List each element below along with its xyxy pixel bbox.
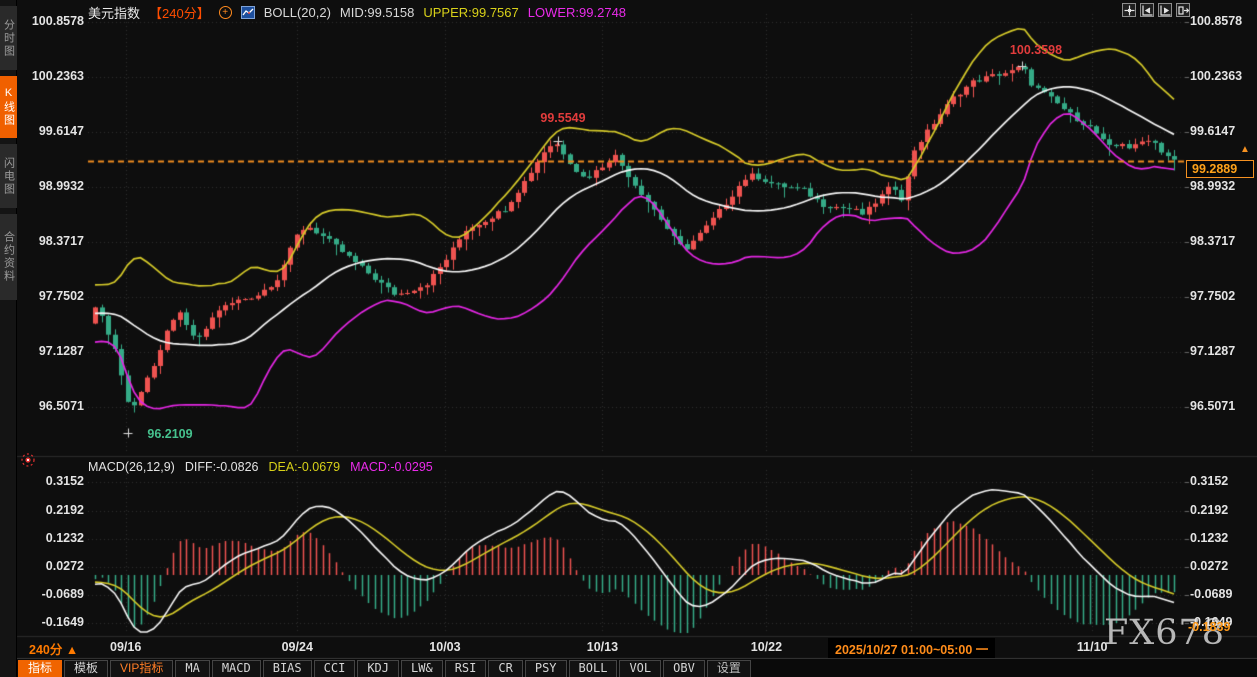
chart-header: 美元指数 【240分】 + BOLL(20,2) MID:99.5158 UPP… — [88, 3, 627, 22]
macd-header: MACD(26,12,9) DIFF:-0.0826 DEA:-0.0679 M… — [88, 459, 433, 474]
macd-diff-value: DIFF:-0.0826 — [184, 459, 259, 474]
toolbar-item[interactable]: CR — [488, 660, 523, 677]
compress-right-icon[interactable] — [1158, 3, 1172, 17]
sidebar-tab[interactable]: 分时图 — [0, 6, 17, 70]
toolbar-item[interactable]: PSY — [524, 660, 567, 677]
indicator-toolbar: 指标 模板 VIP指标 MA MACD BIAS CCI KDJ LW& RSI CR PSY BOLL… — [17, 658, 1257, 677]
boll-mid-value: MID:99.5158 — [339, 4, 415, 20]
sidebar-tab[interactable]: 合约资料 — [0, 214, 17, 300]
macd-dea-value: DEA:-0.0679 — [268, 459, 341, 474]
compress-left-icon[interactable] — [1140, 3, 1154, 17]
macd-axis-last-value: -0.1839 — [1188, 620, 1231, 634]
toolbar-item[interactable]: VOL — [619, 660, 662, 677]
toolbar-item[interactable]: VIP指标 — [110, 660, 174, 677]
toolbar-item[interactable]: MACD — [211, 660, 261, 677]
indicator-settings-icon[interactable] — [20, 452, 36, 468]
toolbar-item[interactable]: BOLL — [568, 660, 618, 677]
sidebar-tab[interactable]: K线图 — [0, 76, 17, 138]
timeframe-selector[interactable]: 240分 ▲ — [29, 639, 78, 658]
current-price-tag: 99.2889 — [1186, 160, 1254, 178]
crosshair-icon[interactable] — [1122, 3, 1136, 17]
boll-lower-value: LOWER:99.2748 — [527, 4, 627, 20]
boll-upper-value: UPPER:99.7567 — [423, 4, 519, 20]
toolbar-item[interactable]: MA — [175, 660, 210, 677]
macd-macd-value: MACD:-0.0295 — [350, 459, 433, 474]
timeframe-arrow-icon: ▲ — [65, 643, 79, 657]
toolbar-item[interactable]: 设置 — [706, 660, 751, 677]
add-indicator-icon[interactable]: + — [218, 5, 232, 19]
price-up-arrow-icon: ▲ — [1240, 144, 1250, 155]
selected-candle-time: 2025/10/27 01:00~05:00 一 — [828, 638, 996, 659]
pan-right-icon[interactable] — [1176, 3, 1190, 17]
toolbar-item[interactable]: RSI — [444, 660, 487, 677]
macd-label: MACD(26,12,9) — [88, 459, 175, 474]
toolbar-item[interactable]: OBV — [663, 660, 705, 677]
chart-canvas[interactable] — [0, 0, 1257, 677]
symbol-title: 美元指数 — [88, 5, 141, 21]
period-tag[interactable]: 【240分】 — [149, 3, 210, 22]
toolbar-item[interactable]: 模板 — [64, 660, 109, 677]
chart-tool-icons — [1122, 3, 1190, 17]
sidebar-tab[interactable]: 闪电图 — [0, 144, 17, 208]
x-axis-row: 240分 ▲ 2025/10/27 01:00~05:00 一 — [17, 637, 1257, 659]
chart-type-sidebar: 分时图 K线图闪电图合约资料 — [0, 0, 17, 677]
trading-app-window: 分时图 K线图闪电图合约资料 美元指数 【240分】 + BOLL(20,2) M… — [0, 0, 1257, 677]
toolbar-item[interactable]: BIAS — [262, 660, 312, 677]
toolbar-item[interactable]: 指标 — [18, 660, 63, 677]
toolbar-item[interactable]: CCI — [313, 660, 356, 677]
toolbar-item[interactable]: LW& — [401, 660, 443, 677]
toolbar-item[interactable]: KDJ — [357, 660, 400, 677]
mini-chart-icon[interactable] — [240, 5, 255, 19]
boll-label: BOLL(20,2) — [263, 4, 331, 20]
